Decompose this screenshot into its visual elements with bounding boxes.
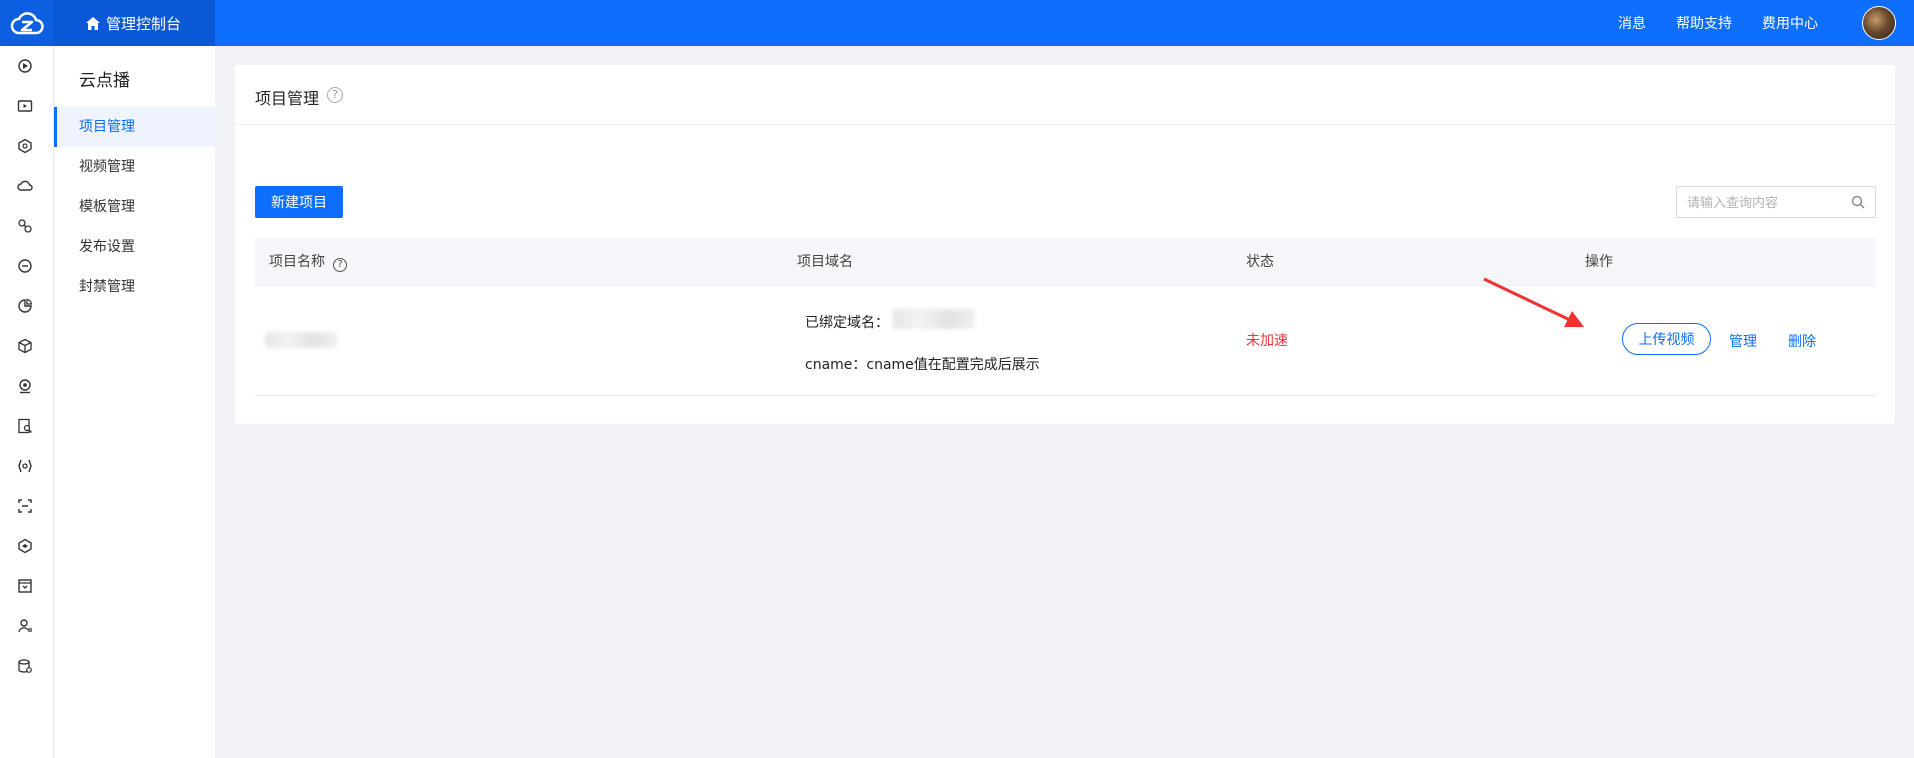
avatar[interactable] — [1862, 6, 1896, 40]
redacted-domain — [893, 309, 975, 329]
chart-icon[interactable] — [15, 296, 35, 316]
console-home-tab[interactable]: 管理控制台 — [54, 0, 215, 46]
submenu-item-template-management[interactable]: 模板管理 — [54, 187, 215, 227]
help-icon[interactable]: ? — [333, 258, 347, 272]
storage-icon[interactable] — [15, 576, 35, 596]
search-icon[interactable] — [1851, 195, 1865, 213]
bound-domain-label: 已绑定域名： — [805, 315, 889, 331]
scan-icon[interactable] — [15, 496, 35, 516]
upload-video-button[interactable]: 上传视频 — [1622, 323, 1711, 355]
page-title: 项目管理 — [255, 89, 320, 108]
network-icon[interactable] — [15, 216, 35, 236]
icon-rail — [0, 46, 54, 758]
new-project-button[interactable]: 新建项目 — [255, 186, 343, 218]
console-home-label: 管理控制台 — [106, 14, 182, 33]
top-bar: 管理控制台 消息 帮助支持 费用中心 — [0, 0, 1914, 46]
cloud-icon[interactable] — [15, 176, 35, 196]
submenu-item-video-management[interactable]: 视频管理 — [54, 147, 215, 187]
box-icon[interactable] — [15, 336, 35, 356]
shield-icon[interactable] — [15, 136, 35, 156]
delete-link[interactable]: 删除 — [1788, 331, 1816, 351]
search-input[interactable] — [1687, 193, 1847, 213]
document-search-icon[interactable] — [15, 416, 35, 436]
help-support-link[interactable]: 帮助支持 — [1676, 13, 1732, 33]
submenu-item-publish-settings[interactable]: 发布设置 — [54, 227, 215, 267]
status-badge: 未加速 — [1246, 333, 1288, 349]
top-links: 消息 帮助支持 费用中心 — [1588, 0, 1818, 46]
manage-link[interactable]: 管理 — [1729, 331, 1757, 351]
redacted-project-name — [265, 332, 337, 348]
bracket-icon[interactable] — [15, 456, 35, 476]
sub-menu: 云点播 项目管理 视频管理 模板管理 发布设置 封禁管理 — [54, 46, 215, 758]
main-card: 项目管理 ? 新建项目 项目名称? 项目域名 状态 操作 已绑定域名： cnam… — [235, 65, 1895, 424]
user-icon[interactable] — [15, 616, 35, 636]
database-icon[interactable] — [15, 656, 35, 676]
cname-text: cname：cname值在配置完成后展示 — [805, 357, 1040, 373]
product-icon[interactable] — [15, 56, 35, 76]
cube-icon[interactable] — [15, 536, 35, 556]
annotation-arrow-icon — [1483, 277, 1584, 327]
table-header: 项目名称? 项目域名 状态 操作 — [255, 238, 1876, 287]
submenu-item-ban-management[interactable]: 封禁管理 — [54, 267, 215, 307]
submenu-title: 云点播 — [79, 71, 130, 91]
card-header: 项目管理 ? — [235, 65, 1895, 125]
column-header-domain: 项目域名 — [797, 254, 853, 270]
column-header-name: 项目名称? — [269, 238, 347, 287]
search-box — [1676, 186, 1876, 218]
billing-center-link[interactable]: 费用中心 — [1762, 13, 1818, 33]
logo-icon[interactable] — [0, 0, 54, 46]
column-header-name-label: 项目名称 — [269, 254, 325, 270]
video-icon[interactable] — [15, 96, 35, 116]
table-row: 已绑定域名： cname：cname值在配置完成后展示 未加速 上传视频 管理 … — [255, 287, 1876, 396]
camera-icon[interactable] — [15, 376, 35, 396]
column-header-status: 状态 — [1246, 254, 1274, 270]
messages-link[interactable]: 消息 — [1618, 13, 1646, 33]
help-icon[interactable]: ? — [327, 87, 343, 103]
submenu-item-project-management[interactable]: 项目管理 — [54, 107, 215, 147]
home-icon — [86, 16, 100, 30]
refresh-icon[interactable] — [15, 256, 35, 276]
